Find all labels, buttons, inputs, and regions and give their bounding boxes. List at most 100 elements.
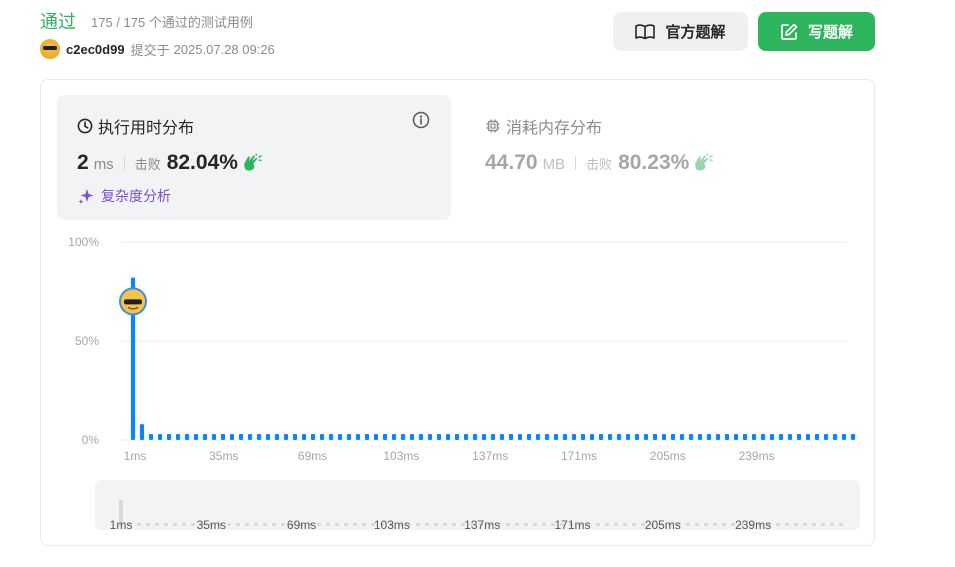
minimap-bar (416, 523, 420, 526)
chart-bar[interactable] (517, 434, 523, 440)
chart-bar[interactable] (157, 434, 163, 440)
chart-bar[interactable] (805, 434, 811, 440)
chart-bar[interactable] (256, 434, 262, 440)
chart-bar[interactable] (760, 434, 766, 440)
chart-bar[interactable] (508, 434, 514, 440)
chart-bar[interactable] (292, 434, 298, 440)
chart-bar[interactable] (616, 434, 622, 440)
chart-bar[interactable] (589, 434, 595, 440)
chart-bar[interactable] (139, 424, 145, 440)
chart-bar[interactable] (193, 434, 199, 440)
chart-bar[interactable] (202, 434, 208, 440)
chart-bar[interactable] (715, 434, 721, 440)
chart-bar[interactable] (553, 434, 559, 440)
chart-bar[interactable] (247, 434, 253, 440)
chart-bar[interactable] (319, 434, 325, 440)
chart-bar[interactable] (211, 434, 217, 440)
chart-bar[interactable] (418, 434, 424, 440)
chart-bar[interactable] (787, 434, 793, 440)
chart-bar[interactable] (598, 434, 604, 440)
chart-bar[interactable] (535, 434, 541, 440)
chart-bar[interactable] (697, 434, 703, 440)
runtime-distribution-chart[interactable]: 100% 50% 0% 1ms 35ms 69ms 103ms 137ms 171ms 205ms… (41, 80, 876, 547)
chart-bar[interactable] (454, 434, 460, 440)
chart-bar[interactable] (373, 434, 379, 440)
chart-bar[interactable] (184, 434, 190, 440)
official-solution-button[interactable]: 官方题解 (613, 12, 748, 51)
chart-bar[interactable] (751, 434, 757, 440)
chart-bar[interactable] (661, 434, 667, 440)
x-tick-label: 1ms (124, 449, 147, 463)
chart-bar[interactable] (472, 434, 478, 440)
chart-bar[interactable] (481, 434, 487, 440)
minimap-bar (272, 523, 276, 526)
chart-bar[interactable] (706, 434, 712, 440)
chart-bar[interactable] (679, 434, 685, 440)
minimap-bar (776, 523, 780, 526)
write-solution-button[interactable]: 写题解 (758, 12, 875, 51)
minimap-bar (686, 523, 690, 526)
chart-bar[interactable] (427, 434, 433, 440)
chart-bar[interactable] (346, 434, 352, 440)
chart-bar[interactable] (409, 434, 415, 440)
chart-bar[interactable] (301, 434, 307, 440)
chart-bar[interactable] (382, 434, 388, 440)
chart-bar[interactable] (670, 434, 676, 440)
chart-bar[interactable] (391, 434, 397, 440)
chart-bar[interactable] (283, 434, 289, 440)
chart-bar[interactable] (175, 434, 181, 440)
minimap-bar (335, 523, 339, 526)
chart-bar[interactable] (544, 434, 550, 440)
chart-bar[interactable] (436, 434, 442, 440)
chart-bar[interactable] (337, 434, 343, 440)
chart-bar[interactable] (364, 434, 370, 440)
test-cases-summary: 175 / 175 个通过的测试用例 (91, 15, 253, 30)
chart-bar[interactable] (823, 434, 829, 440)
chart-bar[interactable] (625, 434, 631, 440)
chart-bar[interactable] (571, 434, 577, 440)
chart-bar[interactable] (445, 434, 451, 440)
minimap-bar (146, 523, 150, 526)
chart-bar[interactable] (499, 434, 505, 440)
chart-bar[interactable] (562, 434, 568, 440)
chart-bar[interactable] (733, 434, 739, 440)
chart-bar[interactable] (229, 434, 235, 440)
result-card: 执行用时分布 2 ms 击败 82.04% 复杂度分析 消耗内存分布 44.70… (40, 79, 875, 546)
chart-bar[interactable] (355, 434, 361, 440)
chart-bar[interactable] (850, 434, 856, 440)
chart-bar[interactable] (310, 434, 316, 440)
chart-bar[interactable] (463, 434, 469, 440)
chart-bar[interactable] (148, 434, 154, 440)
chart-bar[interactable] (238, 434, 244, 440)
y-tick-label: 100% (68, 235, 99, 249)
chart-bar[interactable] (634, 434, 640, 440)
chart-bar[interactable] (166, 434, 172, 440)
chart-bar[interactable] (526, 434, 532, 440)
chart-bar[interactable] (580, 434, 586, 440)
chart-bar[interactable] (265, 434, 271, 440)
chart-bar[interactable] (742, 434, 748, 440)
chart-bar[interactable] (220, 434, 226, 440)
minimap-bar (281, 523, 285, 526)
chart-bar[interactable] (832, 434, 838, 440)
avatar[interactable] (40, 39, 60, 59)
chart-bar[interactable] (814, 434, 820, 440)
status-label: 通过 (40, 12, 76, 32)
minimap-bar (236, 523, 240, 526)
chart-bar[interactable] (796, 434, 802, 440)
chart-bar[interactable] (688, 434, 694, 440)
minimap-bar (317, 523, 321, 526)
chart-bar[interactable] (724, 434, 730, 440)
chart-bar[interactable] (328, 434, 334, 440)
username[interactable]: c2ec0d99 (66, 42, 125, 57)
chart-bar[interactable] (274, 434, 280, 440)
chart-bar[interactable] (400, 434, 406, 440)
chart-bar[interactable] (778, 434, 784, 440)
chart-bar[interactable] (841, 434, 847, 440)
chart-bar[interactable] (490, 434, 496, 440)
chart-bar[interactable] (769, 434, 775, 440)
chart-bar[interactable] (652, 434, 658, 440)
x-tick-label: 69ms (298, 449, 327, 463)
chart-bar[interactable] (607, 434, 613, 440)
chart-bar[interactable] (643, 434, 649, 440)
